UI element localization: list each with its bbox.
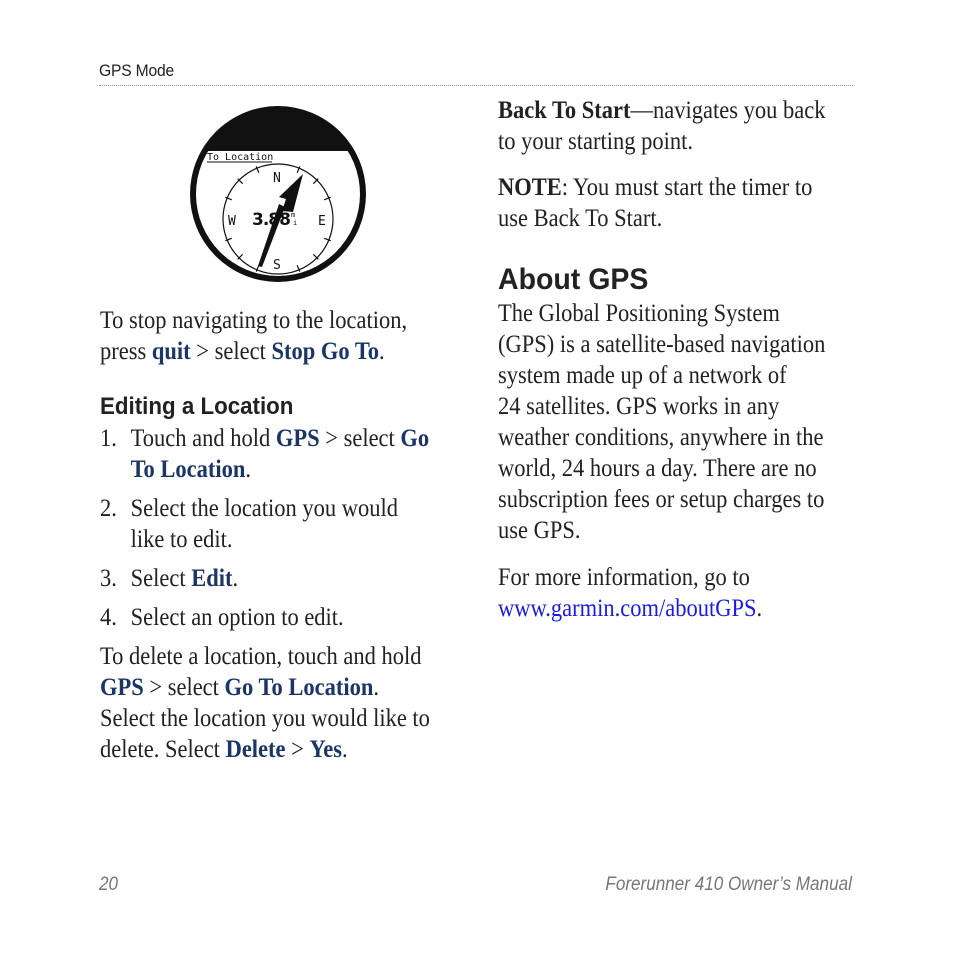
text: (GPS) is a satellite-based navigation [498,331,826,358]
text: . [245,456,252,483]
text: For more information, go to [498,564,750,591]
keyword-stop-go-to: Stop Go To [271,338,380,365]
keyword-edit: Edit [191,565,233,592]
step-text: Touch and hold GPS > select Go [131,423,430,454]
text: use Back To Start. [498,205,663,232]
keyword-delete: Delete [225,736,286,763]
left-column: To stop navigating to the location, pres… [100,305,470,765]
text: To delete a location, touch and hold [100,643,422,670]
header-divider [99,85,853,86]
text-line: GPS > select Go To Location. [100,672,433,703]
text: . [341,736,348,763]
list-item: 1. Touch and hold GPS > select Go To Loca… [100,423,470,485]
distance-unit-top: m [291,211,295,219]
keyword-go: Go [400,425,430,452]
text: use GPS. [498,517,581,544]
text: > select [143,674,225,701]
watch-face: To Location N E S W 3.88 m i [190,106,366,282]
list-item: 2. Select the location you would like to … [100,493,470,555]
step-number: 3. [100,565,117,592]
text: > select [190,338,272,365]
text: —navigates you back [630,97,826,124]
delete-paragraph: To delete a location, touch and hold GPS… [100,641,470,765]
note-paragraph: NOTE: You must start the timer to use Ba… [498,172,868,234]
keyword-go-to-location: Go To Location [224,674,374,701]
compass-east: E [318,214,326,229]
distance-value: 3.88 [252,210,290,230]
text: system made up of a network of [498,362,787,389]
step-number: 4. [100,604,117,631]
screen-title: To Location [207,152,273,163]
step-number: 1. [100,425,117,452]
back-to-start-paragraph: Back To Start—navigates you back to your… [498,95,868,157]
garmin-about-gps-link[interactable]: www.garmin.com/aboutGPS [498,595,757,622]
editing-location-heading: Editing a Location [100,393,294,420]
keyword-gps: GPS [275,425,320,452]
page-number: 20 [99,874,119,895]
text: Touch and hold [130,425,276,452]
stop-nav-line2: press quit > select Stop Go To. [100,336,433,367]
text: Select [130,565,192,592]
text: The Global Positioning System [498,300,780,327]
right-column: Back To Start—navigates you back to your… [498,95,868,624]
text: . [756,595,763,622]
step-text-cont: like to edit. [130,526,233,553]
text: . [232,565,239,592]
text: world, 24 hours a day. There are no [498,455,817,482]
distance-unit-bottom: i [293,219,297,227]
note-label: NOTE [498,174,562,201]
steps-list: 1. Touch and hold GPS > select Go To Loca… [100,423,470,633]
text: Select the location you would like to [100,705,430,732]
step-text-cont: To Location. [131,454,251,485]
text: . [379,338,385,365]
text-line: www.garmin.com/aboutGPS. [498,593,831,624]
stop-nav-line1: To stop navigating to the location, [100,307,408,334]
keyword-yes: Yes [309,736,342,763]
compass-west: W [228,214,236,229]
step-number: 2. [100,495,117,522]
text: to your starting point. [498,128,693,155]
device-screen-illustration: To Location N E S W 3.88 m i [186,104,372,284]
compass-north: N [273,171,281,186]
title-bar [194,110,362,151]
text: subscription fees or setup charges to [498,486,825,513]
step-text: Select the location you would [130,495,399,522]
more-info-paragraph: For more information, go to www.garmin.c… [498,562,868,624]
about-gps-paragraph: The Global Positioning System (GPS) is a… [498,298,868,546]
step-text: Select Edit. [131,563,239,594]
text: press [100,338,152,365]
step-text: Select an option to edit. [130,604,344,631]
keyword-gps: GPS [100,674,144,701]
text-line: Back To Start—navigates you back [498,95,831,126]
compass-south: S [273,258,281,273]
text: : You must start the timer to [561,174,813,201]
list-item: 3. Select Edit. [100,563,470,594]
keyword-quit: quit [151,338,191,365]
text: > select [319,425,401,452]
text-line: NOTE: You must start the timer to [498,172,831,203]
running-head: GPS Mode [99,61,175,80]
keyword-to-location: To Location [130,456,246,483]
text: weather conditions, anywhere in the [498,424,824,451]
text: 24 satellites. GPS works in any [498,393,780,420]
text: > [285,736,310,763]
text-line: delete. Select Delete > Yes. [100,734,433,765]
manual-title: Forerunner 410 Owner’s Manual [605,874,852,895]
text: delete. Select [100,736,226,763]
about-gps-heading: About GPS [498,263,649,296]
list-item: 4. Select an option to edit. [100,602,470,633]
text: . [373,674,379,701]
term-back-to-start: Back To Start [498,97,631,124]
